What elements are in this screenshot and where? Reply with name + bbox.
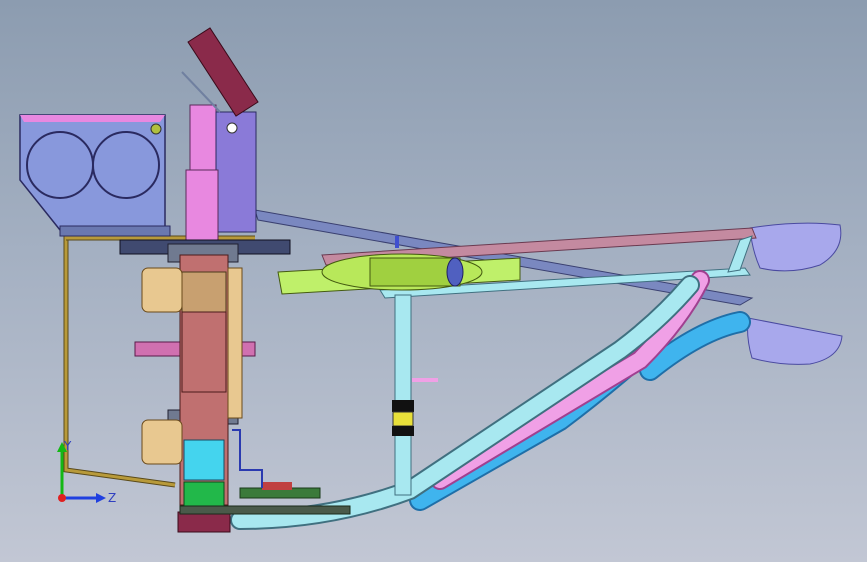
tilted-top-panel[interactable] (187, 27, 259, 117)
spring-collar[interactable] (392, 411, 414, 427)
wiring (232, 429, 263, 488)
motor-lower[interactable] (141, 419, 183, 465)
upper-wing-panel[interactable] (749, 222, 842, 272)
cad-model-scene[interactable] (0, 0, 867, 562)
cad-viewport[interactable]: Y Z (0, 0, 867, 562)
pulley-hub[interactable] (446, 257, 464, 287)
frame-tubes[interactable] (230, 270, 751, 530)
camera-bracket[interactable] (19, 114, 171, 237)
lower-wing-panel[interactable] (747, 317, 843, 365)
y-axis-label: Y (63, 439, 72, 453)
x-axis-point (58, 494, 66, 502)
z-axis-label: Z (108, 491, 116, 505)
lens-left[interactable] (26, 131, 94, 199)
main-column[interactable] (141, 254, 243, 509)
lens-right[interactable] (92, 131, 160, 199)
upright-plate[interactable] (181, 27, 259, 241)
motor-upper[interactable] (141, 267, 183, 313)
control-box[interactable] (183, 439, 225, 481)
base-block[interactable] (177, 511, 231, 533)
wing-panels[interactable] (747, 222, 843, 365)
rail-joint[interactable] (727, 235, 753, 273)
battery-box[interactable] (183, 481, 225, 509)
coordinate-triad: Y Z (57, 439, 116, 505)
